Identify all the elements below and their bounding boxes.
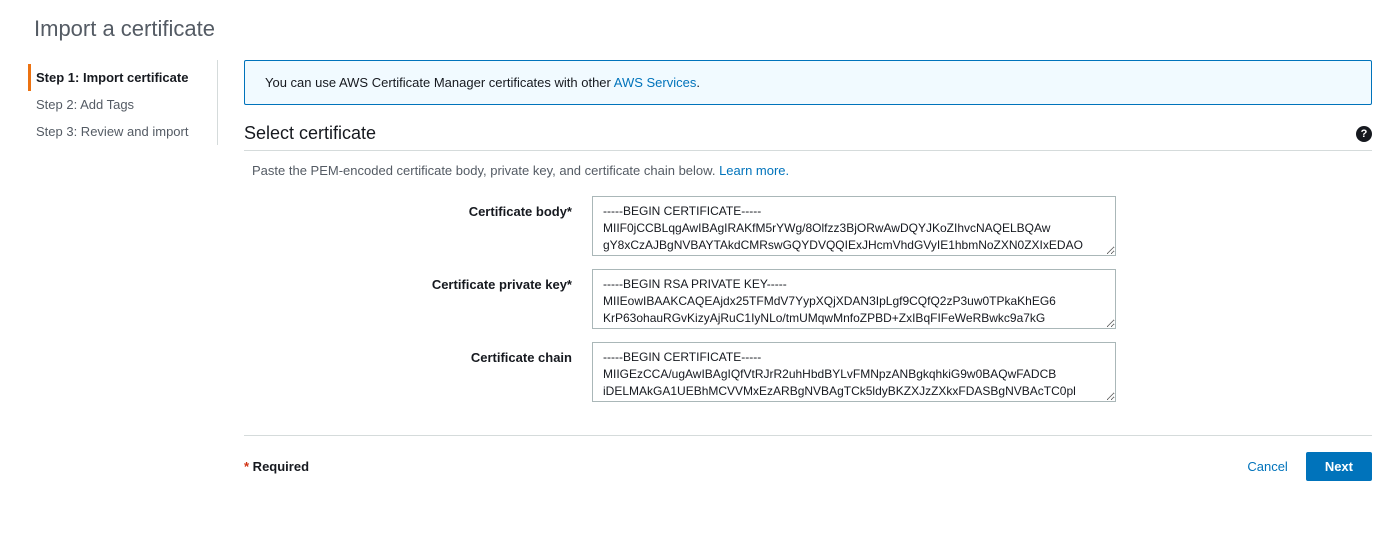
learn-more-link[interactable]: Learn more. <box>719 163 789 178</box>
row-certificate-key: Certificate private key* <box>244 269 1372 332</box>
banner-suffix: . <box>696 75 700 90</box>
row-certificate-chain: Certificate chain <box>244 342 1372 405</box>
section-desc-text: Paste the PEM-encoded certificate body, … <box>252 163 719 178</box>
footer: * Required Cancel Next <box>244 435 1372 481</box>
aws-services-link[interactable]: AWS Services <box>614 75 697 90</box>
wizard-step-2[interactable]: Step 2: Add Tags <box>28 91 209 118</box>
wizard-layout: Step 1: Import certificate Step 2: Add T… <box>28 60 1372 481</box>
section-heading: Select certificate <box>244 123 376 144</box>
banner-text: You can use AWS Certificate Manager cert… <box>265 75 614 90</box>
certificate-key-input[interactable] <box>592 269 1116 329</box>
help-icon[interactable]: ? <box>1356 126 1372 142</box>
label-certificate-chain: Certificate chain <box>252 342 592 405</box>
page-title: Import a certificate <box>34 16 1372 42</box>
main-content: You can use AWS Certificate Manager cert… <box>218 60 1372 481</box>
wizard-nav: Step 1: Import certificate Step 2: Add T… <box>28 60 218 145</box>
section-description: Paste the PEM-encoded certificate body, … <box>244 163 1372 178</box>
certificate-body-input[interactable] <box>592 196 1116 256</box>
section-header: Select certificate ? <box>244 123 1372 151</box>
certificate-chain-input[interactable] <box>592 342 1116 402</box>
row-certificate-body: Certificate body* <box>244 196 1372 259</box>
footer-buttons: Cancel Next <box>1247 452 1372 481</box>
next-button[interactable]: Next <box>1306 452 1372 481</box>
wizard-step-3[interactable]: Step 3: Review and import <box>28 118 209 145</box>
info-banner: You can use AWS Certificate Manager cert… <box>244 60 1372 105</box>
cancel-button[interactable]: Cancel <box>1247 459 1287 474</box>
label-certificate-body: Certificate body* <box>252 196 592 259</box>
required-text: Required <box>249 459 309 474</box>
wizard-step-1[interactable]: Step 1: Import certificate <box>28 64 209 91</box>
label-certificate-key: Certificate private key* <box>252 269 592 332</box>
required-note: * Required <box>244 459 309 474</box>
